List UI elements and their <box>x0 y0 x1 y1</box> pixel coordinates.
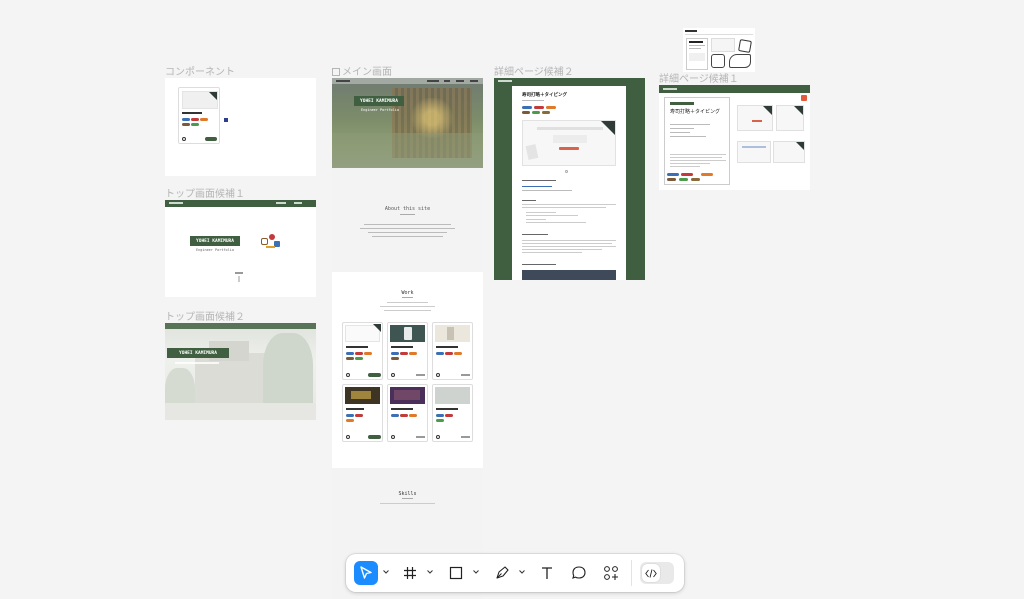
top2-hero-name: YOHEI KAMIMURA <box>167 348 229 358</box>
tag-pill <box>182 118 190 121</box>
rectangle-icon <box>449 566 463 580</box>
detail1-shot-1 <box>737 105 773 131</box>
main-about-title: About this site <box>384 206 431 212</box>
main-hero-photo <box>332 78 483 168</box>
detail1-shot-4 <box>773 141 805 163</box>
top1-hero-sub: Engineer Portfolio <box>196 248 234 252</box>
work-card[interactable] <box>342 384 383 442</box>
card-button <box>205 137 217 141</box>
dev-mode-toggle[interactable] <box>640 562 674 584</box>
frame-label-detail2[interactable]: 詳細ページ候補２ <box>494 63 574 78</box>
toolbar-divider <box>631 560 632 586</box>
text-tool-button[interactable] <box>535 561 559 585</box>
work-card[interactable] <box>432 384 473 442</box>
shape-tool-button[interactable] <box>444 561 468 585</box>
frame-top2[interactable]: YOHEI KAMIMURA <box>165 323 316 420</box>
detail2-heading: 寿司打略＋タイピング <box>522 93 567 98</box>
work-card[interactable] <box>342 322 383 380</box>
frame-tool-button[interactable] <box>398 561 422 585</box>
thumb-card <box>686 38 708 70</box>
tag-pill <box>191 123 199 126</box>
main-hero-sub: Engineer Portfolio <box>361 108 399 112</box>
frame-components[interactable] <box>165 78 316 176</box>
pen-nib-icon <box>496 566 509 579</box>
card-thumbnail <box>182 91 218 109</box>
detail2-body: 寿司打略＋タイピング <box>512 86 626 280</box>
frame-icon <box>332 68 340 76</box>
detail1-shot-3 <box>737 141 771 163</box>
chevron-down-icon[interactable] <box>518 568 526 576</box>
main-skills-title: Skills <box>398 491 417 497</box>
detail2-screenshot <box>522 120 616 166</box>
dev-mode-knob <box>642 564 660 582</box>
frame-label-top2[interactable]: トップ画面候補２ <box>165 308 245 323</box>
chevron-down-icon[interactable] <box>472 568 480 576</box>
move-tool-button[interactable] <box>354 561 378 585</box>
card-title-line <box>182 112 202 114</box>
bottom-toolbar <box>346 554 684 592</box>
top2-hero-sub <box>175 362 219 364</box>
github-icon <box>182 137 186 141</box>
main-hero-name: YOHEI KAMIMURA <box>354 96 404 106</box>
actions-grid-icon <box>604 566 618 580</box>
comment-tool-button[interactable] <box>567 561 591 585</box>
code-brackets-icon <box>645 568 657 578</box>
tag-pill <box>200 118 208 121</box>
scroll-indicator <box>238 276 240 282</box>
scroll-label <box>235 272 243 274</box>
work-card[interactable] <box>432 322 473 380</box>
top1-header <box>165 200 316 207</box>
work-card[interactable] <box>387 322 428 380</box>
frame-detail1[interactable]: 寿司打略＋タイピング <box>659 85 810 190</box>
actions-button[interactable] <box>599 561 623 585</box>
pen-tool-button[interactable] <box>490 561 514 585</box>
main-header <box>332 78 483 84</box>
component-swatch[interactable] <box>224 118 228 122</box>
tag-pill <box>182 123 190 126</box>
top2-header <box>165 323 316 329</box>
speech-bubble-icon <box>572 566 586 579</box>
frame-thumbnail-preview[interactable] <box>683 28 755 72</box>
close-icon[interactable] <box>801 95 807 101</box>
main-work-section: Work <box>332 272 483 468</box>
top1-hero-name: YOHEI KAMIMURA <box>190 236 240 246</box>
detail1-header <box>659 85 810 93</box>
top2-background-photo <box>165 323 316 420</box>
work-card[interactable] <box>387 384 428 442</box>
cursor-arrow-icon <box>360 566 372 579</box>
detail1-info-card: 寿司打略＋タイピング <box>664 97 730 185</box>
top1-illustration <box>259 232 283 252</box>
frame-top1[interactable]: YOHEI KAMIMURA Engineer Portfolio <box>165 200 316 297</box>
frame-label-main-text: メイン画面 <box>342 67 392 78</box>
frame-label-detail1[interactable]: 詳細ページ候補１ <box>659 70 739 85</box>
detail1-shot-2 <box>776 105 804 131</box>
frame-label-top1[interactable]: トップ画面候補１ <box>165 185 245 200</box>
component-work-card[interactable] <box>178 87 220 144</box>
frame-detail2[interactable]: 寿司打略＋タイピング <box>494 78 645 280</box>
frame-main[interactable]: YOHEI KAMIMURA Engineer Portfolio About … <box>332 78 483 599</box>
text-T-icon <box>542 567 552 579</box>
main-about-section: About this site <box>332 168 483 272</box>
frame-label-main[interactable]: メイン画面 <box>332 63 392 78</box>
tag-pill <box>191 118 199 121</box>
chevron-down-icon[interactable] <box>382 568 390 576</box>
chevron-down-icon[interactable] <box>426 568 434 576</box>
detail1-heading: 寿司打略＋タイピング <box>670 109 721 115</box>
main-work-title: Work <box>401 290 414 296</box>
frame-label-components[interactable]: コンポーネント <box>165 63 235 78</box>
hash-frame-icon <box>404 567 416 579</box>
